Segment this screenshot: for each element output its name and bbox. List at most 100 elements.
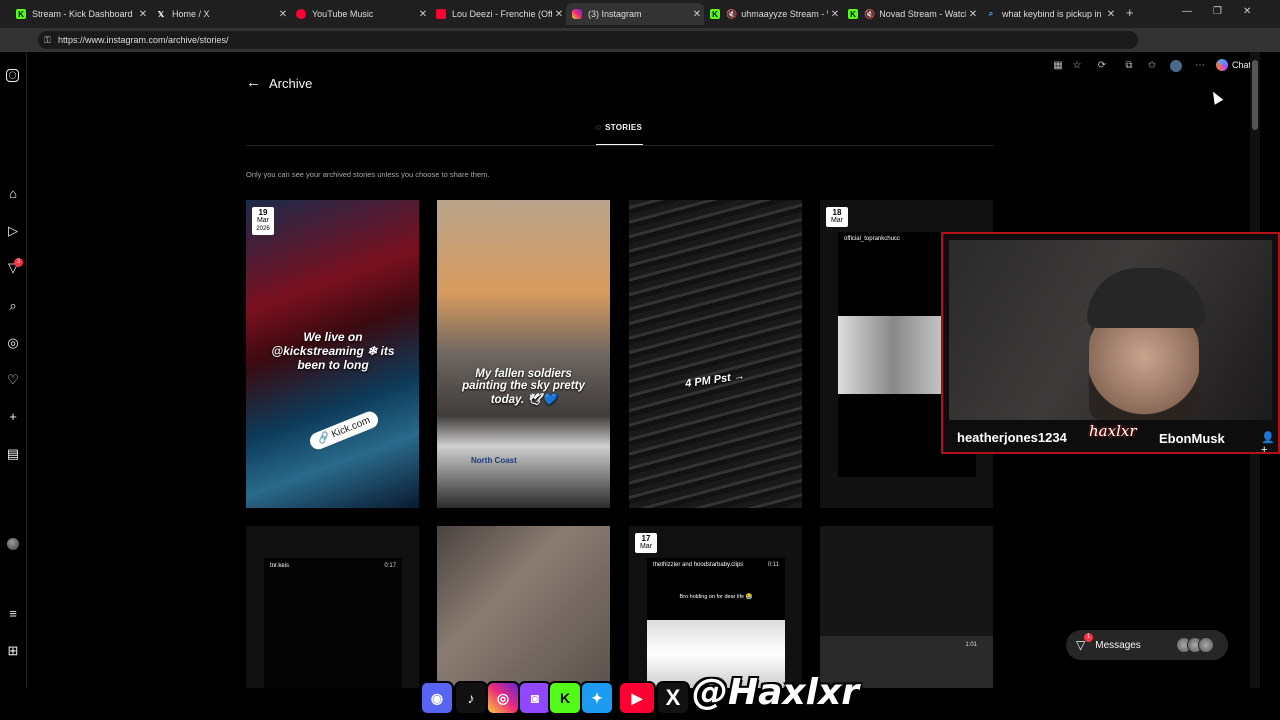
- app-available-icon[interactable]: ▦: [1052, 60, 1064, 72]
- explore-icon[interactable]: ◎: [5, 335, 21, 351]
- address-bar[interactable]: ⚿ https://www.instagram.com/archive/stor…: [38, 31, 1138, 49]
- messages-label: Messages: [1095, 639, 1141, 651]
- story-card[interactable]: [437, 526, 610, 688]
- tab-instagram[interactable]: (3) Instagram ✕: [566, 3, 704, 25]
- sticker-label: Kick.com: [330, 414, 372, 441]
- close-icon[interactable]: ✕: [966, 9, 980, 20]
- tab-title: Novad Stream - Watch: [879, 9, 966, 19]
- story-card[interactable]: tnr.keis 0:17: [246, 526, 419, 688]
- date-badge: 17 Mar: [635, 533, 657, 553]
- instagram-icon: [572, 9, 582, 19]
- instagram-logo-icon[interactable]: ◯: [6, 69, 19, 82]
- twitch-icon: ◙: [518, 681, 552, 715]
- create-plus-icon[interactable]: +: [5, 409, 21, 425]
- site-info-icon[interactable]: ⚿: [44, 31, 51, 49]
- date-day: 18: [832, 208, 842, 217]
- date-day: 17: [641, 534, 651, 543]
- avatar: [1198, 637, 1214, 653]
- story-duration: 1:01: [965, 642, 977, 648]
- tab-stories[interactable]: ◌ STORIES: [596, 123, 642, 132]
- tab-lou-deezi[interactable]: Lou Deezi - Frenchie (Officia ✕: [430, 3, 566, 25]
- search-icon[interactable]: ⌕: [5, 298, 21, 314]
- copilot-chat-button[interactable]: Chat: [1216, 59, 1251, 71]
- extensions-icon[interactable]: ⟳: [1096, 60, 1108, 72]
- streamer-handle: @Haxlxr: [692, 672, 859, 713]
- dashboard-icon[interactable]: ▤: [5, 446, 21, 462]
- tab-label: STORIES: [605, 123, 643, 132]
- instagram-icon: ◎: [486, 681, 520, 715]
- close-icon[interactable]: ✕: [828, 9, 842, 20]
- messages-badge: 1: [1084, 633, 1093, 642]
- back-arrow-icon[interactable]: ←: [246, 74, 261, 91]
- notifications-heart-icon[interactable]: ♡: [5, 372, 21, 388]
- close-icon[interactable]: ✕: [416, 9, 430, 20]
- tab-title: Home / X: [172, 9, 210, 19]
- close-icon[interactable]: ✕: [136, 9, 150, 20]
- archive-note: Only you can see your archived stories u…: [246, 170, 490, 179]
- story-card[interactable]: My fallen soldiers painting the sky pret…: [437, 200, 610, 508]
- tab-home-x[interactable]: 𝕏 Home / X ✕: [150, 3, 290, 25]
- tab-youtube-music[interactable]: YouTube Music ✕: [290, 3, 430, 25]
- webcam-name-label: heatherjones1234: [957, 430, 1067, 445]
- profile-avatar[interactable]: [7, 538, 19, 550]
- scrollbar-thumb[interactable]: [1252, 60, 1258, 130]
- maximize-icon[interactable]: ❐: [1213, 6, 1222, 17]
- mute-icon[interactable]: 🔇: [726, 9, 737, 20]
- tab-title: what keybind is pickup in ru: [1002, 9, 1104, 19]
- tab-title: (3) Instagram: [588, 9, 642, 19]
- menu-icon[interactable]: ≡: [5, 606, 21, 622]
- youtube-icon: [436, 9, 446, 19]
- close-icon[interactable]: ✕: [276, 9, 290, 20]
- address-toolbar: ↻ ⚿ https://www.instagram.com/archive/st…: [0, 28, 1280, 72]
- story-card[interactable]: 1:01: [820, 526, 993, 688]
- close-icon[interactable]: ✕: [690, 9, 704, 20]
- date-badge: 18 Mar: [826, 207, 848, 227]
- youtube-icon: ▶: [618, 681, 656, 715]
- story-duration: 0:17: [384, 563, 396, 569]
- more-options-icon[interactable]: ⋯: [1194, 60, 1206, 72]
- story-card[interactable]: 17 Mar thethizzler and hoodstarbaby.clip…: [629, 526, 802, 688]
- kick-icon: K: [848, 9, 858, 19]
- close-window-icon[interactable]: ✕: [1243, 6, 1251, 17]
- webcam-overlay: heatherjones1234 haxlxr EbonMusk 👤+: [941, 232, 1280, 456]
- discord-icon: ◉: [420, 681, 454, 715]
- also-from-meta-icon[interactable]: ⊞: [5, 643, 21, 659]
- mute-icon[interactable]: 🔇: [864, 9, 875, 20]
- favorites-icon[interactable]: ✩: [1146, 60, 1158, 72]
- kick-icon: K: [710, 9, 720, 19]
- tab-kick-dashboard[interactable]: K Stream - Kick Dashboard ✕: [10, 3, 150, 25]
- tab-title: Stream - Kick Dashboard: [32, 9, 133, 19]
- tab-novad-stream[interactable]: K 🔇 Novad Stream - Watch ✕: [842, 3, 980, 25]
- story-caption: 4 PM Pst →: [684, 369, 746, 391]
- new-tab-button[interactable]: +: [1126, 5, 1134, 20]
- date-day: 19: [258, 208, 268, 217]
- close-icon[interactable]: ✕: [552, 9, 566, 20]
- message-avatars: [1176, 637, 1214, 653]
- minimize-icon[interactable]: —: [1182, 6, 1192, 17]
- webcam-signature: haxlxr: [1089, 422, 1137, 440]
- home-icon[interactable]: ⌂: [5, 186, 21, 202]
- mouse-cursor: [1208, 89, 1224, 105]
- date-year: 2026: [256, 226, 270, 232]
- date-month: Mar: [256, 217, 270, 224]
- date-month: Mar: [639, 543, 653, 550]
- favorite-star-icon[interactable]: ☆: [1071, 60, 1083, 72]
- close-icon[interactable]: ✕: [1104, 9, 1118, 20]
- split-screen-icon[interactable]: ⧉: [1123, 60, 1135, 72]
- search-icon: ⌕: [988, 9, 994, 18]
- tiktok-icon: ♪: [454, 681, 488, 715]
- profile-icon[interactable]: [1170, 60, 1182, 72]
- tab-uhmaayyze-stream[interactable]: K 🔇 uhmaayyze Stream - W ✕: [704, 3, 842, 25]
- story-card[interactable]: 19 Mar 2026 We live on @kickstreaming ❄ …: [246, 200, 419, 508]
- messenger-icon: ▽ 1: [1076, 633, 1093, 652]
- follow-user-icon: 👤+: [1261, 432, 1275, 456]
- tab-search-keybind[interactable]: ⌕ what keybind is pickup in ru ✕: [980, 3, 1118, 25]
- reels-icon[interactable]: ▷: [5, 223, 21, 239]
- story-caption: Bro holding on for dear life 😭: [679, 594, 753, 600]
- story-card[interactable]: 4 PM Pst →: [629, 200, 802, 508]
- messages-button[interactable]: ▽ 1 Messages: [1066, 630, 1228, 660]
- url-text: https://www.instagram.com/archive/storie…: [58, 35, 229, 45]
- instagram-sidebar: ◯ ⌂ ▷ ▽ 3 ⌕ ◎ ♡ + ▤ ≡ ⊞: [0, 52, 27, 688]
- youtube-music-icon: [296, 9, 306, 19]
- chat-label: Chat: [1232, 60, 1252, 70]
